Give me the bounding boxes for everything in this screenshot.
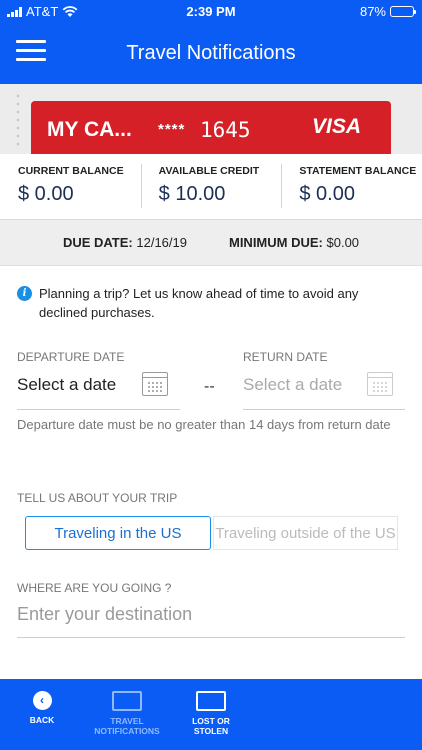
- card-mask: ****: [158, 121, 186, 138]
- balance-summary: CURRENT BALANCE $ 0.00 AVAILABLE CREDIT …: [0, 154, 422, 220]
- departure-date-field[interactable]: Select a date: [17, 364, 180, 410]
- bottom-nav: ‹ BACK TRAVEL NOTIFICATIONS LOST OR STOL…: [0, 679, 422, 750]
- trip-type-label: TELL US ABOUT YOUR TRIP: [17, 491, 178, 505]
- due-summary: DUE DATE: 12/16/19 MINIMUM DUE: $0.00: [0, 220, 422, 266]
- nav-back[interactable]: ‹ BACK: [20, 679, 64, 725]
- battery-group: 87%: [359, 4, 416, 19]
- available-credit: AVAILABLE CREDIT $ 10.00: [140, 154, 282, 219]
- statement-balance: STATEMENT BALANCE $ 0.00: [281, 154, 422, 219]
- clock: 2:39 PM: [186, 4, 236, 19]
- app-header: Travel Notifications: [0, 22, 422, 84]
- minimum-due-label: MINIMUM DUE:: [228, 235, 323, 250]
- available-credit-label: AVAILABLE CREDIT: [158, 165, 260, 177]
- dot-pattern: [14, 92, 24, 147]
- due-date-value: 12/16/19: [136, 235, 187, 250]
- departure-date-label: DEPARTURE DATE: [17, 350, 125, 364]
- battery-percent: 87%: [359, 4, 386, 19]
- date-hint: Departure date must be no greater than 1…: [17, 417, 391, 432]
- battery-icon: [390, 6, 416, 17]
- card-area: MY CA... **** 1645 VISA: [0, 84, 422, 154]
- calendar-icon[interactable]: [142, 372, 168, 396]
- destination-field: [17, 596, 405, 638]
- visa-logo: VISA: [311, 115, 361, 138]
- info-icon: i: [17, 286, 32, 301]
- card-name: MY CA...: [47, 118, 132, 141]
- traveling-us-option[interactable]: Traveling in the US: [25, 516, 211, 550]
- nav-travel-label-2: NOTIFICATIONS: [94, 726, 160, 736]
- nav-travel-notifications[interactable]: TRAVEL NOTIFICATIONS: [90, 679, 164, 736]
- destination-input[interactable]: [17, 596, 405, 632]
- back-icon: ‹: [32, 691, 52, 710]
- available-credit-value: $ 10.00: [158, 183, 226, 205]
- page-title: Travel Notifications: [126, 42, 296, 64]
- date-separator: --: [204, 378, 215, 395]
- return-date-value: Select a date: [243, 375, 343, 394]
- warning-card-icon: [196, 691, 226, 711]
- status-bar: AT&T 2:39 PM 87%: [0, 0, 422, 22]
- credit-card[interactable]: MY CA... **** 1645 VISA: [31, 101, 391, 154]
- card-last4: 1645: [200, 118, 251, 142]
- return-date-label: RETURN DATE: [243, 350, 328, 364]
- nav-lost-label-1: LOST OR: [192, 716, 230, 726]
- nav-travel-label-1: TRAVEL: [110, 716, 144, 726]
- travel-card-icon: [112, 691, 142, 711]
- due-date: DUE DATE: 12/16/19: [63, 235, 187, 250]
- departure-date-value: Select a date: [17, 375, 117, 394]
- traveling-abroad-option[interactable]: Traveling outside of the US: [213, 516, 398, 550]
- statement-balance-label: STATEMENT BALANCE: [299, 165, 417, 177]
- nav-back-label: BACK: [29, 715, 55, 725]
- minimum-due-value: $0.00: [326, 235, 360, 250]
- nav-lost-label-2: STOLEN: [193, 726, 229, 736]
- calendar-icon[interactable]: [367, 372, 393, 396]
- info-text: Planning a trip? Let us know ahead of ti…: [39, 286, 359, 320]
- info-message: i Planning a trip? Let us know ahead of …: [17, 284, 407, 322]
- return-date-field[interactable]: Select a date: [243, 364, 405, 410]
- destination-label: WHERE ARE YOU GOING ?: [17, 581, 172, 595]
- current-balance: CURRENT BALANCE $ 0.00: [0, 154, 141, 219]
- current-balance-label: CURRENT BALANCE: [18, 165, 124, 177]
- due-date-label: DUE DATE:: [62, 235, 133, 250]
- nav-lost-stolen[interactable]: LOST OR STOLEN: [185, 679, 237, 736]
- current-balance-value: $ 0.00: [18, 183, 74, 205]
- minimum-due: MINIMUM DUE: $0.00: [229, 235, 359, 250]
- statement-balance-value: $ 0.00: [299, 183, 355, 205]
